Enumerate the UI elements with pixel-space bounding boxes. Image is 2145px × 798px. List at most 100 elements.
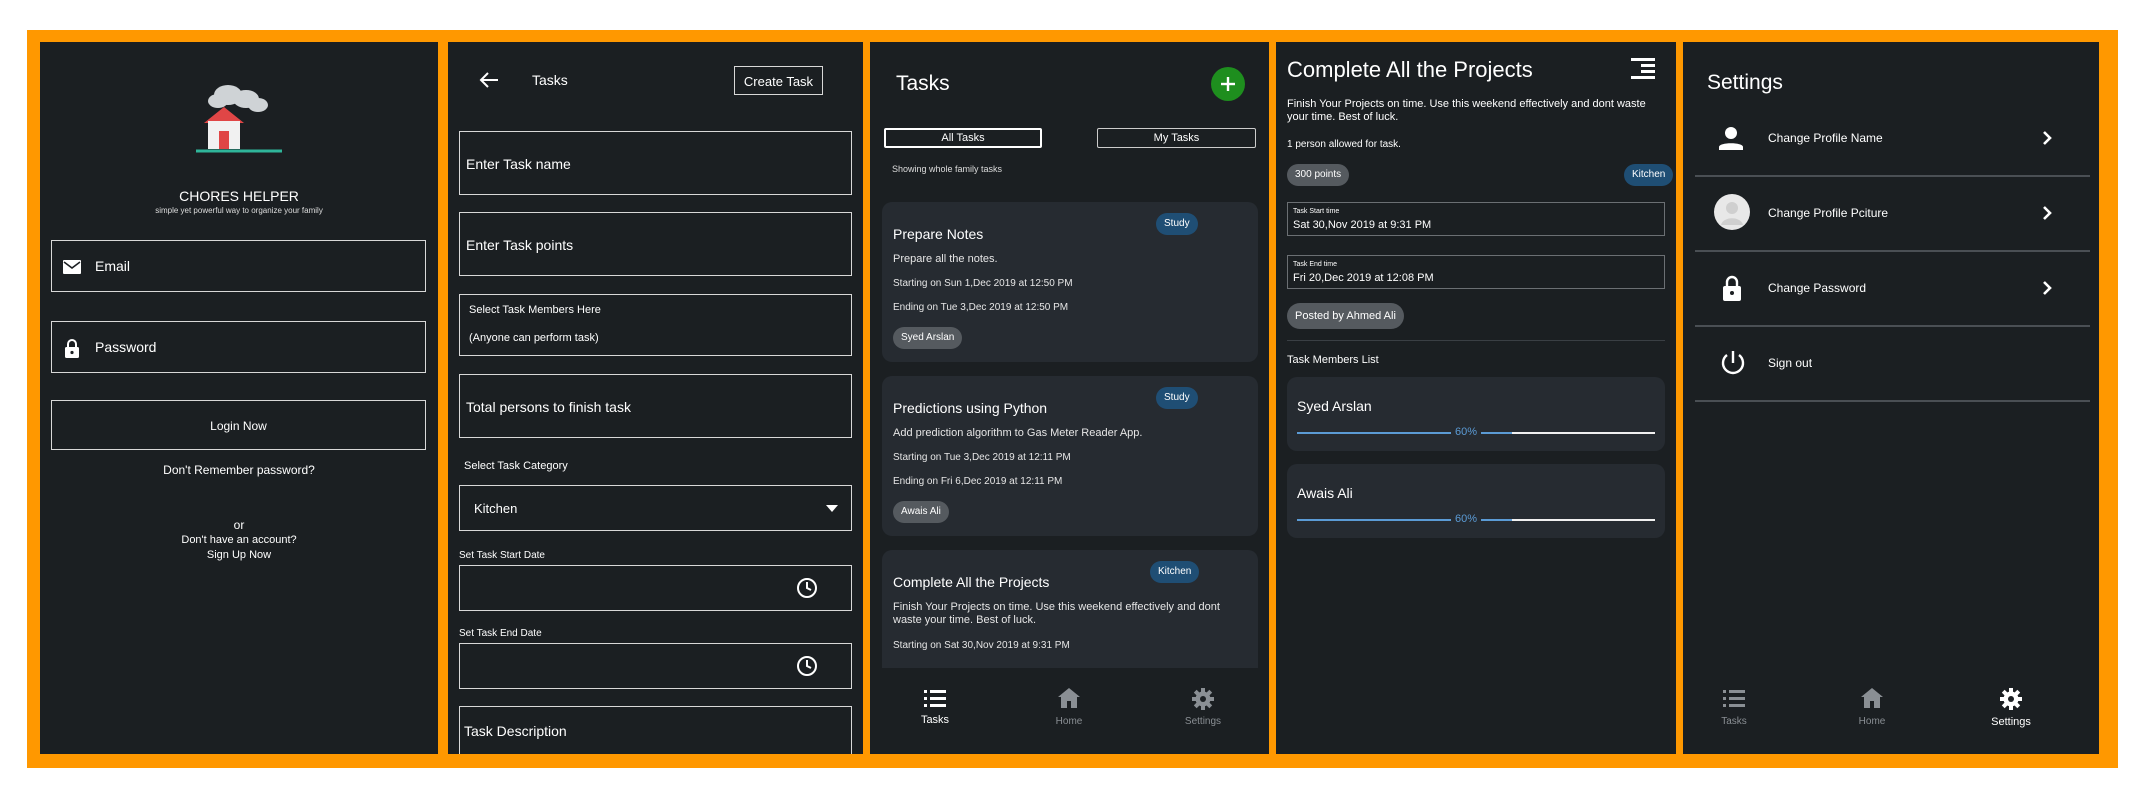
menu-icon[interactable] <box>1631 58 1655 80</box>
person-icon <box>1719 126 1743 150</box>
settings-item-label: Change Password <box>1768 281 1867 295</box>
nav-tasks[interactable]: Tasks <box>1701 688 1767 738</box>
category-tag: Kitchen <box>1150 561 1200 583</box>
settings-item-sign-out[interactable]: Sign out <box>1695 325 2090 402</box>
dropdown-arrow-icon <box>826 505 838 512</box>
task-card-desc: Finish Your Projects on time. Use this w… <box>893 601 1220 626</box>
lock-icon <box>64 339 80 358</box>
task-list-title: Tasks <box>896 72 950 95</box>
end-date-input[interactable] <box>459 643 852 689</box>
home-icon <box>1861 688 1883 708</box>
task-card-title: Complete All the Projects <box>893 574 1050 590</box>
end-time-value: Fri 20,Dec 2019 at 12:08 PM <box>1293 272 1434 284</box>
login-button[interactable]: Login Now <box>51 400 426 450</box>
settings-item-label: Change Profile Name <box>1768 131 1883 145</box>
power-icon <box>1719 349 1747 377</box>
signup-link[interactable]: Sign Up Now <box>40 549 438 561</box>
home-icon <box>1058 688 1080 708</box>
nav-home[interactable]: Home <box>1839 688 1905 738</box>
clock-icon[interactable] <box>796 655 818 677</box>
nav-home-label: Home <box>1055 716 1083 727</box>
avatar-icon <box>1714 194 1750 230</box>
category-value: Kitchen <box>474 501 518 516</box>
task-card-end: Ending on Tue 3,Dec 2019 at 12:50 PM <box>893 302 1069 313</box>
nav-home[interactable]: Home <box>1036 688 1102 738</box>
task-card-title: Predictions using Python <box>893 400 1048 416</box>
task-members-select[interactable]: Select Task Members Here (Anyone can per… <box>459 294 852 356</box>
task-card[interactable]: Complete All the Projects Kitchen Finish… <box>882 550 1258 668</box>
app-tagline: simple yet powerful way to organize your… <box>155 206 323 215</box>
start-time-value: Sat 30,Nov 2019 at 9:31 PM <box>1293 219 1432 231</box>
settings-item-label: Change Profile Pciture <box>1768 206 1889 220</box>
gear-icon <box>1192 688 1214 710</box>
task-card[interactable]: Prepare Notes Study Prepare all the note… <box>882 202 1258 362</box>
nav-home-label: Home <box>1858 716 1886 727</box>
nav-settings[interactable]: Settings <box>1978 688 2044 738</box>
plus-icon <box>1220 76 1236 92</box>
task-name-input[interactable]: Enter Task name <box>459 131 852 195</box>
bottom-nav: Tasks Home Settings <box>870 668 1269 754</box>
nav-settings[interactable]: Settings <box>1170 688 1236 738</box>
start-date-label: Set Task Start Date <box>459 550 545 561</box>
forgot-password-link[interactable]: Don't Remember password? <box>40 463 438 477</box>
email-field[interactable]: Email <box>51 240 426 292</box>
task-list-screen: Tasks All Tasks My Tasks Showing whole f… <box>870 42 1269 754</box>
category-dropdown[interactable]: Kitchen <box>459 485 852 531</box>
total-persons-input[interactable]: Total persons to finish task <box>459 374 852 438</box>
back-arrow-icon[interactable] <box>479 72 499 88</box>
email-label: Email <box>95 258 131 274</box>
tab-all-tasks-label: All Tasks <box>941 132 985 144</box>
task-points-input[interactable]: Enter Task points <box>459 212 852 276</box>
settings-item-change-password[interactable]: Change Password <box>1695 250 2090 327</box>
start-time-box: Task Start time Sat 30,Nov 2019 at 9:31 … <box>1287 202 1665 236</box>
login-button-label: Login Now <box>210 419 267 433</box>
create-task-button[interactable]: Create Task <box>734 66 823 95</box>
nav-tasks[interactable]: Tasks <box>902 688 968 738</box>
end-time-box: Task End time Fri 20,Dec 2019 at 12:08 P… <box>1287 255 1665 289</box>
task-detail-screen: Complete All the Projects Finish Your Pr… <box>1276 42 1676 754</box>
member-name: Awais Ali <box>1297 485 1353 501</box>
chevron-right-icon <box>2042 205 2052 221</box>
progress-label: 60% <box>1451 513 1482 525</box>
task-card[interactable]: Predictions using Python Study Add predi… <box>882 376 1258 536</box>
password-label: Password <box>95 339 157 355</box>
total-persons-placeholder: Total persons to finish task <box>466 399 631 415</box>
end-date-label: Set Task End Date <box>459 628 542 639</box>
task-description-placeholder: Task Description <box>464 723 567 739</box>
divider <box>1287 340 1665 341</box>
task-card-title: Prepare Notes <box>893 226 984 242</box>
allowed-text: 1 person allowed for task. <box>1287 139 1401 150</box>
assignee-chip: Syed Arslan <box>893 327 963 349</box>
add-task-button[interactable] <box>1211 67 1245 101</box>
app-title: CHORES HELPER <box>179 188 299 204</box>
task-members-label: Select Task Members Here <box>469 304 601 316</box>
task-card-desc: Prepare all the notes. <box>893 253 998 265</box>
task-detail-desc: Finish Your Projects on time. Use this w… <box>1287 98 1646 123</box>
clock-icon[interactable] <box>796 577 818 599</box>
chevron-right-icon <box>2042 280 2052 296</box>
tab-my-tasks[interactable]: My Tasks <box>1097 128 1256 148</box>
start-time-label: Task Start time <box>1293 208 1340 215</box>
settings-item-change-name[interactable]: Change Profile Name <box>1695 100 2090 177</box>
showing-text: Showing whole family tasks <box>892 164 1003 174</box>
members-header: Task Members List <box>1287 354 1379 366</box>
gear-icon <box>2000 688 2022 710</box>
nav-tasks-label: Tasks <box>920 714 950 726</box>
settings-item-change-picture[interactable]: Change Profile Pciture <box>1695 175 2090 252</box>
points-chip: 300 points <box>1287 164 1350 186</box>
member-name: Syed Arslan <box>1297 398 1372 414</box>
start-date-input[interactable] <box>459 565 852 611</box>
password-field[interactable]: Password <box>51 321 426 373</box>
category-tag: Study <box>1156 387 1198 409</box>
lock-icon <box>1722 275 1742 301</box>
assignee-chip: Awais Ali <box>893 501 949 523</box>
orange-frame: CHORES HELPER simple yet powerful way to… <box>27 30 2118 768</box>
task-detail-title: Complete All the Projects <box>1287 57 1533 82</box>
nav-settings-label: Settings <box>1184 716 1222 727</box>
end-time-label: Task End time <box>1293 261 1337 268</box>
settings-item-label: Sign out <box>1768 356 1813 370</box>
task-description-input[interactable]: Task Description <box>459 706 852 754</box>
bottom-nav: Tasks Home Settings <box>1683 668 2099 754</box>
tab-all-tasks[interactable]: All Tasks <box>884 128 1042 148</box>
member-card: Awais Ali 60% <box>1287 464 1665 538</box>
